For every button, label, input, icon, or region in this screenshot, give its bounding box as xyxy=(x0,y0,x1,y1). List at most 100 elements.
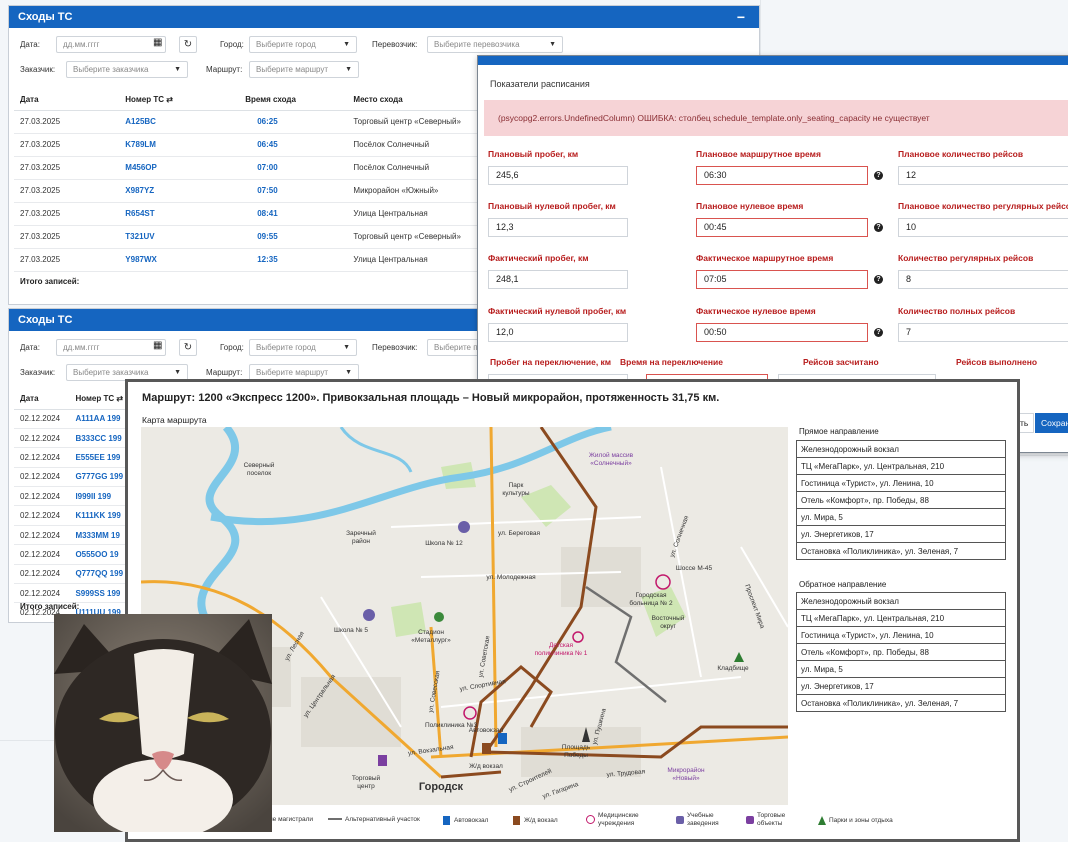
stadium-icon xyxy=(434,612,444,622)
help-icon[interactable]: ? xyxy=(874,275,883,284)
field-label: Плановый пробег, км xyxy=(488,149,579,159)
cat-photo xyxy=(54,614,272,832)
city-select-value: Выберите город xyxy=(256,40,316,49)
table-cell[interactable]: R654ST xyxy=(119,202,240,226)
field-input[interactable]: 06:30 xyxy=(696,166,868,185)
stop-name: ул. Мира, 5 xyxy=(796,660,1006,678)
field-input[interactable]: 00:50 xyxy=(696,323,868,342)
medical-icon xyxy=(586,815,598,825)
map-label: Карта маршрута xyxy=(142,415,207,425)
help-icon[interactable]: ? xyxy=(874,328,883,337)
table-cell: 06:45 xyxy=(239,133,348,157)
table-cell: 06:25 xyxy=(239,110,348,134)
map-label-hosp: Городская больница № 2 xyxy=(629,592,673,607)
column-header[interactable]: Время схода xyxy=(239,90,348,111)
column-header[interactable]: Дата xyxy=(14,90,120,111)
map-label-school12: Школа № 12 xyxy=(425,540,463,547)
column-header[interactable]: Номер ТС ⇄ xyxy=(119,90,240,111)
table-cell[interactable]: A125BC xyxy=(119,110,240,134)
field-input[interactable]: 248,1 xyxy=(488,270,628,289)
table-row[interactable]: 02.12.2024 I999II 199 xyxy=(14,486,134,507)
city-select[interactable]: Выберите город ▼ xyxy=(249,36,357,53)
route-select-value: Выберите маршрут xyxy=(256,368,329,377)
stop-row: Железнодорожный вокзал xyxy=(796,592,1006,610)
map-labels: Северный поселок Заречный район Школа № 12 Па… xyxy=(244,451,766,800)
refresh-icon: ↻ xyxy=(183,342,193,353)
table-row[interactable]: 02.12.2024 E555EE 199 xyxy=(14,447,134,468)
rail-station-icon xyxy=(482,743,491,754)
map-label-sunny: Жилой массив «Солнечный» xyxy=(589,451,634,467)
table-row[interactable]: 02.12.2024 B333CC 199 xyxy=(14,428,134,449)
table-cell: 02.12.2024 xyxy=(14,505,70,526)
refresh-button[interactable]: ↻ xyxy=(179,339,197,356)
date-input[interactable]: дд.мм.гггг xyxy=(56,36,166,53)
table-row[interactable]: 02.12.2024 O555OO 19 xyxy=(14,544,134,565)
table-cell[interactable]: M456OP xyxy=(119,156,240,180)
field-input[interactable]: 00:45 xyxy=(696,218,868,237)
bus-station-icon xyxy=(498,733,507,744)
stop-name: Остановка «Поликлиника», ул. Зеленая, 7 xyxy=(796,542,1006,560)
help-icon[interactable]: ? xyxy=(874,223,883,232)
field-label: Плановый нулевой пробег, км xyxy=(488,201,616,211)
field-input[interactable]: 12 xyxy=(898,166,1068,185)
table-row[interactable]: 02.12.2024 A111AA 199 xyxy=(14,409,134,429)
table-cell: 27.03.2025 xyxy=(14,248,120,272)
stop-name: Остановка «Поликлиника», ул. Зеленая, 7 xyxy=(796,694,1006,712)
total-records-label: Итого записей: xyxy=(20,602,80,611)
table-row[interactable]: 02.12.2024 G777GG 199 xyxy=(14,467,134,488)
table-cell[interactable]: T321UV xyxy=(119,225,240,249)
field-label: Количество регулярных рейсов xyxy=(898,253,1034,263)
table-cell: 27.03.2025 xyxy=(14,110,120,134)
table-cell[interactable]: Y987WX xyxy=(119,248,240,272)
save-button[interactable]: Сохран xyxy=(1035,413,1068,433)
table-row[interactable]: 02.12.2024 Q777QQ 199 xyxy=(14,564,134,585)
customer-select-value: Выберите заказчика xyxy=(73,368,149,377)
date-input[interactable]: дд.мм.гггг xyxy=(56,339,166,356)
column-header[interactable]: Дата xyxy=(14,389,70,410)
route-select-value: Выберите маршрут xyxy=(256,65,329,74)
stop-row: Остановка «Поликлиника», ул. Зеленая, 7 xyxy=(796,694,1006,712)
calendar-icon[interactable]: ▦ xyxy=(153,37,162,48)
route-select[interactable]: Выберите маршрут ▼ xyxy=(249,61,359,78)
table-cell: 02.12.2024 xyxy=(14,583,70,604)
help-icon[interactable]: ? xyxy=(874,171,883,180)
field-label: Фактический нулевой пробег, км xyxy=(488,306,627,316)
mall-icon xyxy=(378,755,387,766)
table-cell: 27.03.2025 xyxy=(14,133,120,157)
legend-item: Учебные заведения xyxy=(676,812,719,828)
legend-label: ые магистрали xyxy=(268,816,314,823)
field-label: Фактический пробег, км xyxy=(488,253,589,263)
table-row[interactable]: 02.12.2024 S999SS 199 xyxy=(14,583,134,604)
field-input[interactable]: 07:05 xyxy=(696,270,868,289)
hospital-icon xyxy=(463,706,477,720)
table-cell[interactable]: K789LM xyxy=(119,133,240,157)
hospital-icon xyxy=(655,574,671,590)
chevron-down-icon: ▼ xyxy=(343,344,350,351)
field-input[interactable]: 7 xyxy=(898,323,1068,342)
route-title: Маршрут: 1200 «Экспресс 1200». Привокзал… xyxy=(142,392,720,404)
field-input[interactable]: 12,0 xyxy=(488,323,628,342)
field-input[interactable]: 10 xyxy=(898,218,1068,237)
route-label: Маршрут: xyxy=(206,65,243,74)
customer-select[interactable]: Выберите заказчика ▼ xyxy=(66,61,188,78)
table-row[interactable]: 02.12.2024 M333MM 19 xyxy=(14,525,134,546)
modal-tab-bar xyxy=(478,56,1068,65)
calendar-icon[interactable]: ▦ xyxy=(153,340,162,351)
carrier-select[interactable]: Выберите перевозчика ▼ xyxy=(427,36,563,53)
backward-direction-label: Обратное направление xyxy=(799,580,887,589)
refresh-button[interactable]: ↻ xyxy=(179,36,197,53)
table-cell[interactable]: X987YZ xyxy=(119,179,240,203)
map-parks xyxy=(391,462,686,637)
field-input[interactable]: 12,3 xyxy=(488,218,628,237)
stop-row: Остановка «Поликлиника», ул. Зеленая, 7 xyxy=(796,542,1006,560)
field-input[interactable]: 8 xyxy=(898,270,1068,289)
stop-name: ул. Энергетиков, 17 xyxy=(796,677,1006,695)
cat-image xyxy=(54,614,272,832)
city-select[interactable]: Выберите город ▼ xyxy=(249,339,357,356)
minimize-button[interactable]: − xyxy=(737,6,745,28)
stop-name: ТЦ «МегаПарк», ул. Центральная, 210 xyxy=(796,609,1006,627)
stop-row: ТЦ «МегаПарк», ул. Центральная, 210 xyxy=(796,457,1006,475)
field-input[interactable]: 245,6 xyxy=(488,166,628,185)
chevron-down-icon: ▼ xyxy=(345,369,352,376)
table-row[interactable]: 02.12.2024 K111KK 199 xyxy=(14,505,134,526)
